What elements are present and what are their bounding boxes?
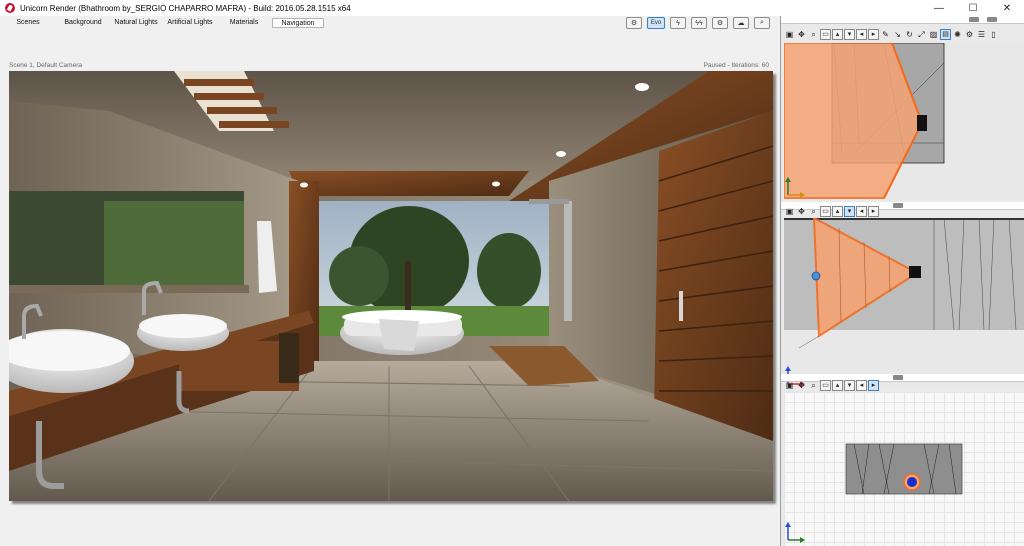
front-view-scene [845, 443, 963, 495]
double-speed-button[interactable]: ϟϟ [691, 17, 707, 29]
top-view-viewport[interactable] [784, 43, 1024, 200]
panel-header-top [781, 16, 1024, 24]
view-bottom-icon[interactable]: ▾ [844, 28, 855, 40]
nodes-icon: ⚙ [630, 20, 638, 27]
navigation-panels: ▣ ✥ ⌕ ▭ ▴ ▾ ◂ ▸ ✎ ↘ ↻ ⤢ ▨ ▤ ✺ ⚙ ☰ ▯ ▣ ✥ … [780, 16, 1024, 546]
view-front-icon[interactable]: ▭ [820, 28, 831, 40]
camera-icon[interactable] [909, 266, 921, 278]
render-viewport[interactable] [9, 71, 773, 501]
tab-materials[interactable]: Materials [220, 18, 268, 28]
fit-icon[interactable]: ⤢ [916, 29, 927, 40]
front-view-toolbar: ▣ ✥ ⌕ ▭ ▴ ▾ ◂ ▸ [784, 378, 879, 392]
sliders-icon[interactable]: ☰ [976, 29, 987, 40]
sun-icon[interactable]: ✺ [952, 29, 963, 40]
tab-scenes[interactable]: Scenes [4, 18, 52, 28]
scene-camera-label: Scene 1, Default Camera [9, 62, 82, 69]
magnifier-icon: ⌕ [760, 19, 764, 26]
tab-background[interactable]: Background [56, 18, 110, 28]
side-view-scene [784, 218, 1024, 349]
save-view-icon[interactable]: ▤ [940, 28, 951, 40]
zoom-icon[interactable]: ⌕ [808, 206, 819, 217]
view-bottom-icon[interactable]: ▾ [844, 205, 855, 217]
document-icon[interactable]: ▯ [988, 29, 999, 40]
camera-view-icon[interactable]: ▣ [784, 380, 795, 391]
view-bottom-icon[interactable]: ▾ [844, 379, 855, 391]
render-status: Paused - Iterations: 60 [703, 62, 769, 69]
camera-view-icon[interactable]: ▣ [784, 29, 795, 40]
camera-view-icon[interactable]: ▣ [784, 206, 795, 217]
front-view-viewport[interactable] [784, 392, 1024, 546]
tab-artificial-lights[interactable]: Artificial Lights [164, 18, 216, 28]
view-left-icon[interactable]: ◂ [856, 379, 867, 391]
view-left-icon[interactable]: ◂ [856, 205, 867, 217]
zoom-icon[interactable]: ⌕ [808, 29, 819, 40]
camera-icon[interactable] [907, 477, 917, 487]
top-view-toolbar: ▣ ✥ ⌕ ▭ ▴ ▾ ◂ ▸ ✎ ↘ ↻ ⤢ ▨ ▤ ✺ ⚙ ☰ ▯ [784, 27, 999, 41]
view-top-icon[interactable]: ▴ [832, 379, 843, 391]
camera-icon[interactable] [917, 115, 927, 131]
render-toolbar: ⚙ Evo ϟ ϟϟ ⚙ ☁ ⌕ [626, 16, 770, 30]
move-icon[interactable]: ✥ [796, 29, 807, 40]
image-icon[interactable]: ▨ [928, 29, 939, 40]
lightning-icon: ϟ [676, 19, 680, 27]
view-top-icon[interactable]: ▴ [832, 205, 843, 217]
top-view-scene [784, 43, 945, 199]
axis-gizmo-icon [785, 177, 805, 198]
window-controls: — ☐ ✕ [922, 0, 1024, 16]
maximize-button[interactable]: ☐ [956, 0, 990, 16]
title-bar: Unicorn Render (Bhathroom by_SERGIO CHAP… [0, 0, 1024, 16]
close-button[interactable]: ✕ [990, 0, 1024, 16]
axis-gizmo-icon [785, 522, 805, 543]
zoom-icon[interactable]: ⌕ [808, 380, 819, 391]
tab-navigation[interactable]: Navigation [272, 18, 324, 28]
side-view-toolbar: ▣ ✥ ⌕ ▭ ▴ ▾ ◂ ▸ [784, 204, 879, 218]
view-front-icon[interactable]: ▭ [820, 205, 831, 217]
cloud-icon: ☁ [737, 20, 745, 27]
minimize-button[interactable]: — [922, 0, 956, 16]
move-icon[interactable]: ✥ [796, 206, 807, 217]
unicorn-render-window: Unicorn Render (Bhathroom by_SERGIO CHAP… [0, 0, 1024, 546]
unicorn-logo-icon [5, 3, 15, 13]
view-front-icon[interactable]: ▭ [820, 379, 831, 391]
window-title: Unicorn Render (Bhathroom by_SERGIO CHAP… [20, 3, 351, 13]
double-lightning-icon: ϟϟ [695, 19, 703, 27]
evo-button[interactable]: Evo [647, 17, 665, 29]
view-right-icon[interactable]: ▸ [868, 205, 879, 217]
preview-zoom-button[interactable]: ⌕ [754, 17, 770, 29]
wrench-icon[interactable]: ✎ [880, 29, 891, 40]
rotate-icon[interactable]: ↻ [904, 29, 915, 40]
settings-icon[interactable]: ⚙ [964, 29, 975, 40]
network-icon: ⚙ [716, 20, 724, 27]
view-left-icon[interactable]: ◂ [856, 28, 867, 40]
render-settings-button[interactable]: ⚙ [626, 17, 642, 29]
target-handle[interactable] [811, 271, 821, 281]
fast-render-button[interactable]: ϟ [670, 17, 686, 29]
view-top-icon[interactable]: ▴ [832, 28, 843, 40]
rendered-bathroom-image [9, 71, 773, 501]
network-button[interactable]: ⚙ [712, 17, 728, 29]
pin-icon[interactable]: ↘ [892, 29, 903, 40]
cloud-button[interactable]: ☁ [733, 17, 749, 29]
side-view-viewport[interactable] [784, 218, 1024, 388]
tab-natural-lights[interactable]: Natural Lights [112, 18, 160, 28]
view-right-icon[interactable]: ▸ [868, 28, 879, 40]
move-icon[interactable]: ✥ [796, 380, 807, 391]
view-right-icon[interactable]: ▸ [868, 379, 879, 391]
